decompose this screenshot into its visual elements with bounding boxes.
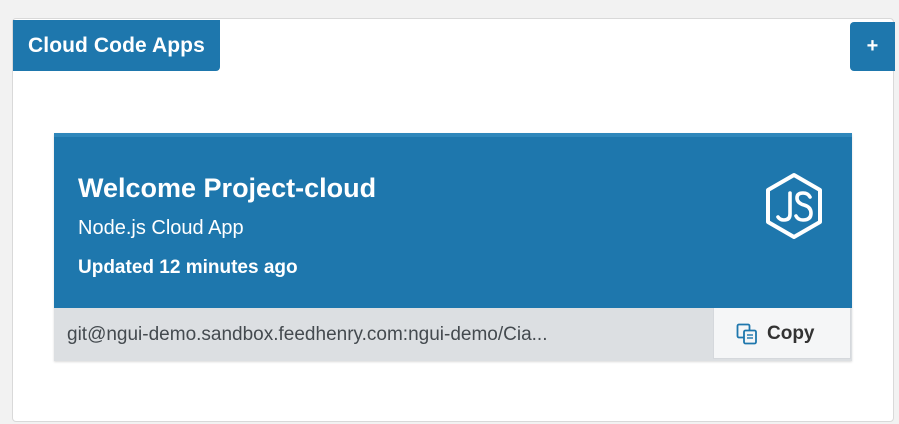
copy-button-label: Copy	[767, 323, 815, 344]
nodejs-icon	[766, 173, 822, 239]
app-name: Welcome Project-cloud	[78, 173, 377, 203]
panel-title: Cloud Code Apps	[13, 20, 220, 71]
app-updated-time: Updated 12 minutes ago	[78, 257, 298, 278]
add-app-button[interactable]: +	[850, 22, 895, 71]
app-card: Welcome Project-cloud Node.js Cloud App …	[54, 133, 852, 361]
git-url-bar: git@ngui-demo.sandbox.feedhenry.com:ngui…	[54, 308, 852, 361]
copy-button[interactable]: Copy	[713, 308, 851, 359]
git-url[interactable]: git@ngui-demo.sandbox.feedhenry.com:ngui…	[67, 308, 707, 361]
copy-icon	[736, 323, 757, 345]
app-type: Node.js Cloud App	[78, 217, 244, 239]
app-card-header[interactable]: Welcome Project-cloud Node.js Cloud App …	[54, 133, 852, 308]
